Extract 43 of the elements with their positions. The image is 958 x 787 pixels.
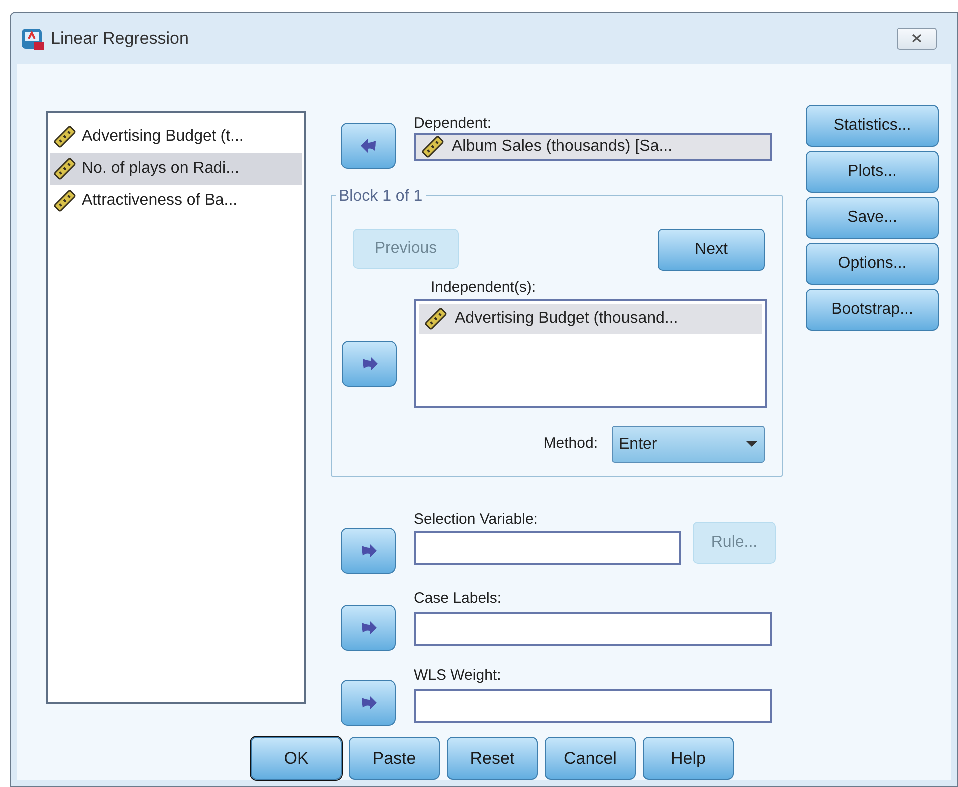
- right-arrow-icon: [360, 619, 378, 637]
- independents-list[interactable]: Advertising Budget (thousand...: [414, 299, 767, 408]
- close-icon: [912, 34, 922, 43]
- selection-variable-label: Selection Variable:: [414, 510, 539, 530]
- selection-variable-field[interactable]: [414, 531, 681, 565]
- variable-item[interactable]: No. of plays on Radi...: [50, 153, 302, 185]
- move-button[interactable]: [341, 605, 396, 651]
- move-button[interactable]: [341, 680, 396, 726]
- dialog-button[interactable]: OK: [251, 737, 342, 780]
- case-labels-field[interactable]: [414, 612, 772, 646]
- wls-weight-field[interactable]: [414, 689, 772, 723]
- dialog-button[interactable]: Reset: [447, 737, 538, 780]
- right-arrow-icon: [360, 355, 378, 373]
- right-arrow-icon: [360, 694, 378, 712]
- method-dropdown[interactable]: Enter: [612, 426, 765, 463]
- dialog-button[interactable]: Save...: [806, 197, 939, 239]
- wls-weight-label: WLS Weight:: [414, 666, 502, 686]
- move-button[interactable]: [341, 123, 396, 169]
- dialog-button[interactable]: Help: [643, 737, 734, 780]
- move-button[interactable]: [342, 341, 397, 387]
- dropdown-caret-icon: [746, 441, 758, 448]
- window-title: Linear Regression: [51, 28, 189, 50]
- variable-list[interactable]: Advertising Budget (t... No. of plays on Radi... Attractiveness of Ba...: [46, 111, 306, 704]
- independents-label: Independent(s):: [431, 278, 538, 298]
- next-button[interactable]: Next: [658, 229, 765, 271]
- dependent-field[interactable]: Album Sales (thousands) [Sa...: [414, 133, 772, 161]
- close-button[interactable]: [897, 28, 937, 50]
- dependent-label: Dependent:: [414, 114, 493, 133]
- app-icon: [21, 26, 45, 50]
- dialog-button[interactable]: Statistics...: [806, 105, 939, 147]
- case-labels-label: Case Labels:: [414, 589, 503, 609]
- independent-item[interactable]: Advertising Budget (thousand...: [419, 304, 762, 334]
- right-arrow-icon: [360, 542, 378, 560]
- method-label: Method:: [544, 434, 598, 454]
- variable-item[interactable]: Advertising Budget (t...: [50, 121, 302, 153]
- dialog-button[interactable]: Options...: [806, 243, 939, 285]
- move-button[interactable]: [341, 528, 396, 574]
- dialog-button[interactable]: Cancel: [545, 737, 636, 780]
- variable-item[interactable]: Attractiveness of Ba...: [50, 185, 302, 217]
- left-arrow-icon: [360, 137, 378, 155]
- dialog-button[interactable]: Bootstrap...: [806, 289, 939, 331]
- dialog-button[interactable]: Paste: [349, 737, 440, 780]
- dialog-button[interactable]: Plots...: [806, 151, 939, 193]
